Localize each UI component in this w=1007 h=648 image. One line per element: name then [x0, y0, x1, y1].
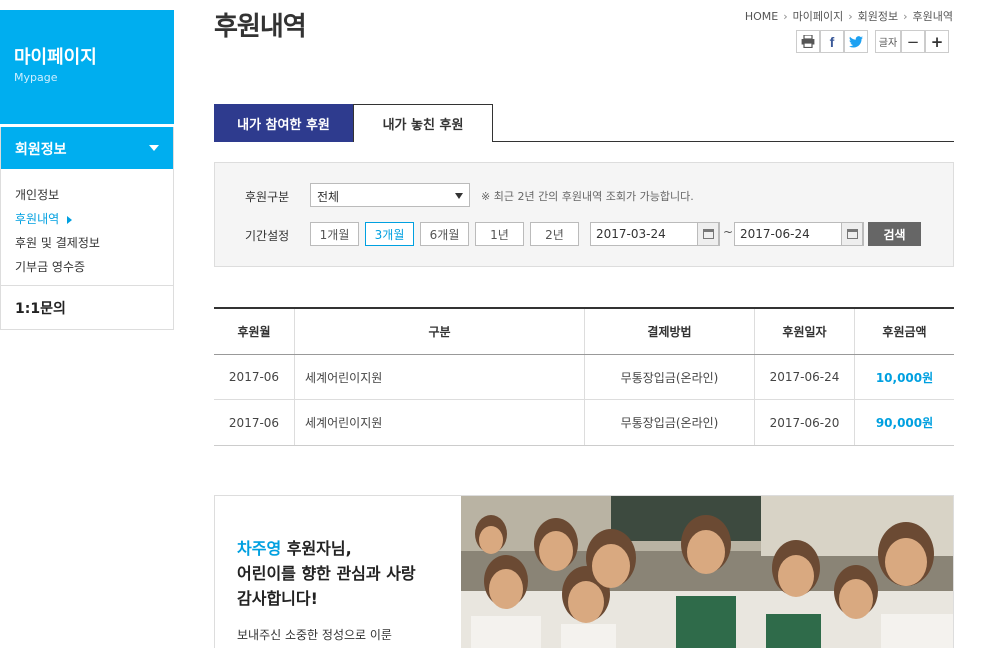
sidebar-item-payment-info[interactable]: 후원 및 결제정보 [15, 231, 173, 255]
font-increase-button[interactable]: + [925, 30, 949, 53]
thank-you-banner: 차주영 후원자님, 어린이를 향한 관심과 사랑 감사합니다! 보내주신 소중한… [214, 495, 954, 648]
cell-payment: 무통장입금(온라인) [584, 400, 754, 445]
sidebar-header: 마이페이지 Mypage [0, 10, 174, 124]
table-header-row: 후원월 구분 결제방법 후원일자 후원금액 [214, 309, 954, 355]
chevron-right-icon: › [783, 10, 788, 23]
sidebar-section-label: 회원정보 [15, 142, 67, 158]
calendar-icon [703, 229, 714, 239]
banner-line2: 어린이를 향한 관심과 사랑 [237, 564, 416, 583]
period-1month-button[interactable]: 1개월 [310, 222, 359, 246]
column-header-payment: 결제방법 [584, 309, 754, 354]
filter-note: ※ 최근 2년 간의 후원내역 조회가 가능합니다. [481, 190, 694, 203]
cell-month: 2017-06 [228, 370, 280, 384]
donor-name: 차주영 [237, 539, 282, 558]
facebook-share-button[interactable]: f [820, 30, 844, 53]
banner-line1: 후원자님, [281, 539, 352, 558]
facebook-icon: f [829, 33, 835, 50]
children-photo [461, 496, 953, 648]
page-title: 후원내역 [214, 12, 307, 42]
period-3month-button[interactable]: 3개월 [365, 222, 414, 246]
breadcrumb: HOME › 마이페이지 › 회원정보 › 후원내역 [745, 8, 953, 24]
donation-type-select[interactable]: 전체 [310, 183, 470, 207]
donation-type-value: 전체 [317, 190, 340, 204]
font-size-label: 글자 [875, 30, 901, 53]
children-photo-illustration [461, 496, 953, 648]
tab-missed[interactable]: 내가 놓친 후원 [353, 104, 493, 142]
filter-panel: 후원구분 전체 ※ 최근 2년 간의 후원내역 조회가 가능합니다. 기간설정 … [214, 162, 954, 267]
sidebar-item-receipt[interactable]: 기부금 영수증 [15, 255, 173, 279]
sidebar-item-qna[interactable]: 1:1문의 [15, 298, 66, 318]
divider [1, 285, 173, 286]
twitter-icon [849, 35, 863, 47]
donation-table: 후원월 구분 결제방법 후원일자 후원금액 2017-06 세계어린이지원 무통… [214, 307, 954, 446]
tab-bar: 내가 참여한 후원 내가 놓친 후원 [214, 104, 954, 142]
period-1year-button[interactable]: 1년 [475, 222, 524, 246]
chevron-right-icon: › [903, 10, 908, 23]
period-label: 기간설정 [245, 229, 290, 243]
cell-date: 2017-06-24 [754, 355, 854, 399]
cell-month: 2017-06 [228, 415, 280, 430]
period-2year-button[interactable]: 2년 [530, 222, 579, 246]
sidebar: 마이페이지 Mypage 회원정보 개인정보 후원내역 후원 및 결제정보 기부… [0, 0, 174, 330]
breadcrumb-member-info[interactable]: 회원정보 [858, 10, 898, 23]
sidebar-title: 마이페이지 [14, 47, 97, 68]
date-from-calendar-button[interactable] [697, 222, 719, 246]
sidebar-section-member-info[interactable]: 회원정보 [1, 127, 173, 169]
banner-line3: 감사합니다! [237, 589, 318, 608]
print-icon [801, 35, 815, 48]
column-header-amount: 후원금액 [854, 309, 954, 354]
banner-subtext: 보내주신 소중한 정성으로 이룬 [237, 628, 392, 642]
sidebar-subtitle: Mypage [14, 71, 58, 84]
cell-payment: 무통장입금(온라인) [584, 355, 754, 399]
table-row: 2017-06 세계어린이지원 무통장입금(온라인) 2017-06-24 10… [214, 355, 954, 400]
cell-amount: 90,000원 [854, 400, 954, 445]
print-button[interactable] [796, 30, 820, 53]
breadcrumb-home[interactable]: HOME [745, 10, 778, 23]
sidebar-item-personal-info[interactable]: 개인정보 [15, 183, 173, 207]
sidebar-list: 개인정보 후원내역 후원 및 결제정보 기부금 영수증 [1, 169, 173, 279]
table-row: 2017-06 세계어린이지원 무통장입금(온라인) 2017-06-20 90… [214, 400, 954, 445]
chevron-right-icon: › [848, 10, 853, 23]
chevron-down-icon [149, 145, 159, 151]
sidebar-menu: 회원정보 개인정보 후원내역 후원 및 결제정보 기부금 영수증 1:1문의 [0, 127, 174, 330]
breadcrumb-current: 후원내역 [912, 10, 953, 23]
donation-type-label: 후원구분 [245, 190, 290, 204]
cell-amount: 10,000원 [854, 355, 954, 399]
search-button[interactable]: 검색 [868, 222, 921, 246]
calendar-icon [847, 229, 858, 239]
breadcrumb-mypage[interactable]: 마이페이지 [793, 10, 844, 23]
column-header-category: 구분 [294, 309, 584, 354]
sidebar-item-label: 후원내역 [15, 212, 60, 226]
date-to-calendar-button[interactable] [841, 222, 863, 246]
date-range-separator: ~ [723, 225, 734, 239]
tab-participated[interactable]: 내가 참여한 후원 [214, 104, 353, 142]
cell-date: 2017-06-20 [754, 400, 854, 445]
font-decrease-button[interactable]: − [901, 30, 925, 53]
twitter-share-button[interactable] [844, 30, 868, 53]
sidebar-item-donation-history[interactable]: 후원내역 [15, 207, 173, 231]
cell-category: 세계어린이지원 [294, 400, 584, 445]
caret-down-icon [455, 193, 463, 199]
cell-category: 세계어린이지원 [294, 355, 584, 399]
banner-message: 차주영 후원자님, 어린이를 향한 관심과 사랑 감사합니다! [237, 536, 416, 611]
column-header-month: 후원월 [237, 325, 271, 339]
column-header-date: 후원일자 [754, 309, 854, 354]
period-6month-button[interactable]: 6개월 [420, 222, 469, 246]
caret-right-icon [67, 215, 73, 224]
